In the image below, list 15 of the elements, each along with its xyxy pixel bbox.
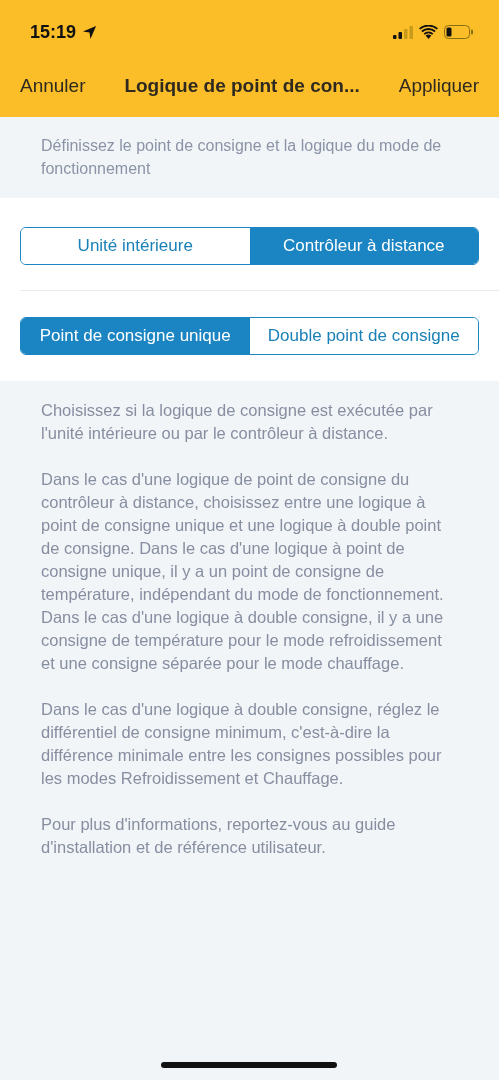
segment-option[interactable]: Point de consigne unique [21,318,250,354]
cancel-button[interactable]: Annuler [20,75,86,97]
apply-button[interactable]: Appliquer [398,75,479,97]
screen-title: Logique de point de con... [124,75,360,97]
battery-icon [444,25,473,39]
help-paragraph: Dans le cas d'une logique à double consigne, réglez le différentiel de consigne minimum, c'est-à-dire la différence minimale entre les consignes possibles pour les modes Refroidissement et Chauffage. [41,699,443,789]
signal-icon [393,25,413,39]
location-arrow-icon [82,24,98,40]
help-paragraph: Choisissez si la logique de consigne est exécutée par l'unité intérieure ou par le contrôleur à distance. [41,400,434,444]
help-paragraph: Pour plus d'informations, reportez-vous au guide d'installation et de référence utilisateur. [41,814,397,858]
help-paragraph: Dans le cas d'une logique de point de consigne du contrôleur à distance, choisissez entre une logique à point de consigne unique et une logique à double point de consigne. Dans le cas d'une logique à point de consigne unique, il y a un point de consigne de température, indépendant du mode de fonctionnement. Dans le cas d'une logique à double consigne, il y a une consigne de température pour le mode refroidissement et une consigne séparée pour le mode chauffage. [41,469,445,674]
status-time: 15:19 [30,21,77,43]
subtitle-text: Définissez le point de consigne et la logique du mode de fonctionnement [41,136,443,179]
wifi-icon [419,25,438,39]
segment-option[interactable]: Contrôleur à distance [249,228,478,264]
